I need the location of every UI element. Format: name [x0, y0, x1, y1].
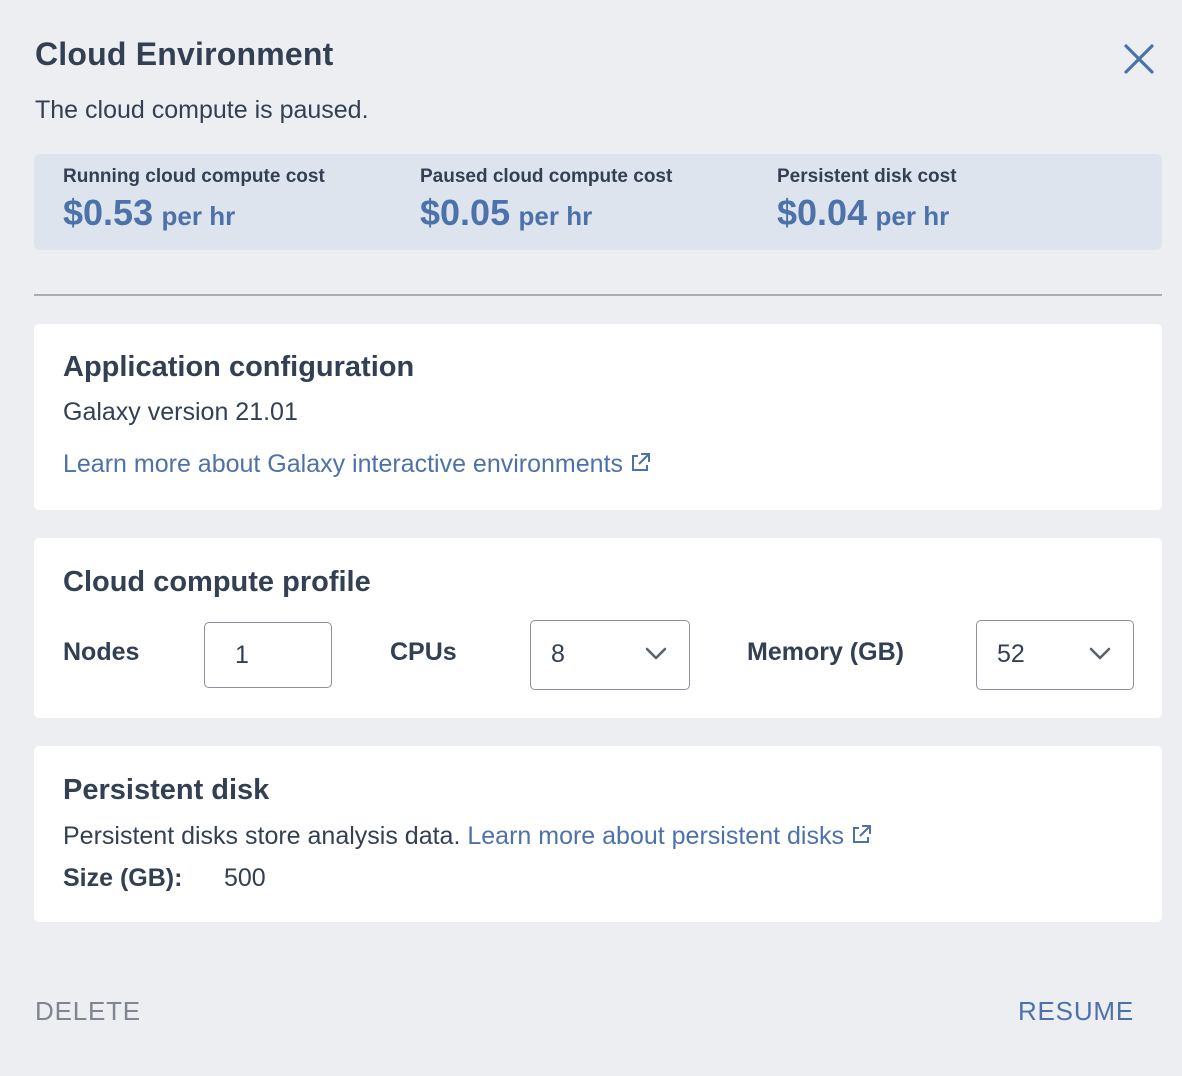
running-cost-label: Running cloud compute cost: [63, 166, 325, 187]
external-link-icon: [632, 453, 651, 471]
running-cost-unit: per hr: [161, 201, 236, 231]
cpus-select[interactable]: 8: [530, 620, 690, 690]
chevron-down-icon: [645, 647, 667, 660]
compute-profile-title: Cloud compute profile: [63, 566, 371, 598]
cost-banner: Running cloud compute cost $0.53 per hr …: [34, 154, 1162, 250]
running-cost-amount: $0.53: [63, 192, 154, 233]
app-config-card: Application configuration Galaxy version…: [34, 324, 1162, 510]
persistent-disk-learn-more-link[interactable]: Learn more about persistent disks: [467, 822, 872, 850]
delete-button[interactable]: DELETE: [35, 996, 141, 1027]
close-icon: [1124, 44, 1154, 74]
paused-cost-label: Paused cloud compute cost: [420, 166, 673, 187]
disk-cost-label: Persistent disk cost: [777, 166, 957, 187]
galaxy-learn-more-link[interactable]: Learn more about Galaxy interactive envi…: [63, 450, 651, 478]
paused-cost: Paused cloud compute cost $0.05 per hr: [420, 166, 672, 234]
galaxy-version-text: Galaxy version 21.01: [63, 398, 298, 426]
close-button[interactable]: [1118, 38, 1160, 80]
disk-size-label: Size (GB):: [63, 864, 183, 892]
disk-cost-unit: per hr: [875, 201, 950, 231]
disk-cost-amount: $0.04: [777, 192, 868, 233]
nodes-label: Nodes: [63, 638, 140, 666]
running-cost: Running cloud compute cost $0.53 per hr: [63, 166, 325, 234]
memory-select-value: 52: [997, 640, 1025, 668]
external-link-icon: [852, 825, 871, 843]
galaxy-learn-more-label: Learn more about Galaxy interactive envi…: [63, 450, 624, 478]
persistent-disk-title: Persistent disk: [63, 774, 270, 806]
compute-profile-card: Cloud compute profile Nodes CPUs 8 Memor…: [34, 538, 1162, 718]
cloud-environment-panel: Cloud Environment The cloud compute is p…: [0, 0, 1182, 1076]
resume-button[interactable]: RESUME: [1018, 996, 1134, 1027]
chevron-down-icon: [1089, 647, 1111, 660]
cpus-select-value: 8: [551, 640, 565, 668]
disk-size-value: 500: [224, 864, 266, 892]
memory-label: Memory (GB): [747, 638, 904, 666]
app-config-title: Application configuration: [63, 351, 415, 383]
memory-select[interactable]: 52: [976, 620, 1134, 690]
persistent-disk-card: Persistent disk Persistent disks store a…: [34, 746, 1162, 922]
cpus-label: CPUs: [390, 638, 457, 666]
divider: [34, 294, 1162, 296]
nodes-input[interactable]: [204, 622, 332, 688]
page-title: Cloud Environment: [35, 36, 334, 72]
persistent-disk-learn-more-label: Learn more about persistent disks: [467, 822, 844, 850]
status-text: The cloud compute is paused.: [35, 96, 369, 124]
persistent-disk-description: Persistent disks store analysis data.: [63, 822, 461, 850]
paused-cost-unit: per hr: [518, 201, 593, 231]
disk-cost: Persistent disk cost $0.04 per hr: [777, 166, 957, 234]
paused-cost-amount: $0.05: [420, 192, 511, 233]
